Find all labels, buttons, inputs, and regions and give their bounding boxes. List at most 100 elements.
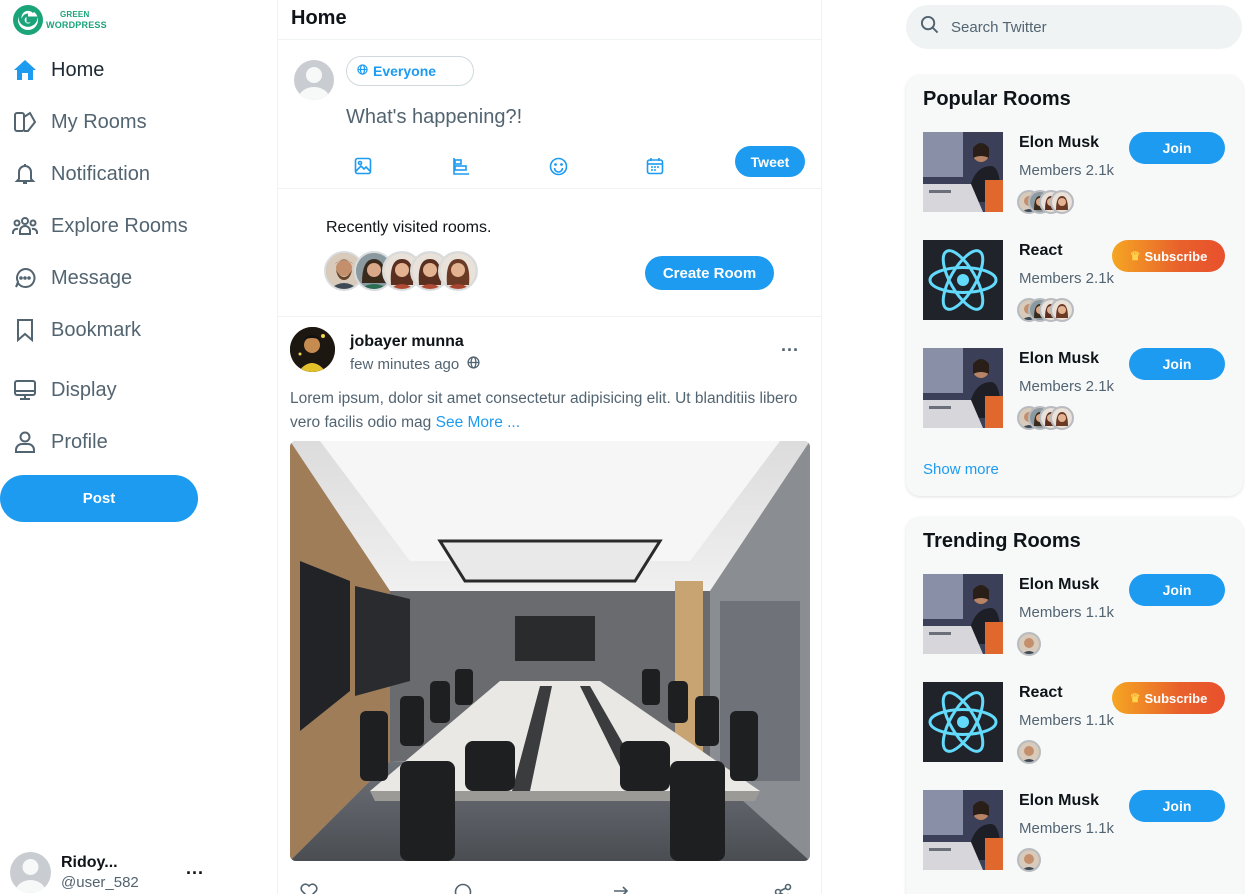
subscribe-button[interactable]: ♛ Subscribe: [1112, 240, 1225, 272]
comment-icon[interactable]: [454, 883, 472, 894]
avatar: [1017, 848, 1041, 872]
room-avatar[interactable]: [438, 251, 478, 291]
message-icon: [12, 265, 38, 291]
nav-item-message[interactable]: Message: [12, 252, 188, 304]
nav-item-notification[interactable]: Notification: [12, 148, 188, 200]
subscribe-label: Subscribe: [1144, 690, 1208, 706]
nav-label: Display: [51, 378, 117, 401]
search-icon: [920, 15, 939, 39]
post-body: Lorem ipsum, dolor sit amet consectetur …: [290, 390, 798, 431]
nav-label: My Rooms: [51, 110, 147, 133]
monitor-icon: [12, 377, 38, 403]
image-icon[interactable]: [346, 150, 380, 182]
recent-rooms: Recently visited rooms. Create Room: [278, 189, 821, 317]
audience-selector[interactable]: Everyone: [346, 56, 474, 86]
room-thumbnail: [923, 790, 1003, 870]
people-icon: [12, 213, 38, 239]
nav-item-explore-rooms[interactable]: Explore Rooms: [12, 200, 188, 252]
show-more-link[interactable]: Show more: [923, 461, 999, 478]
crown-icon: ♛: [1129, 691, 1141, 705]
join-button[interactable]: Join: [1129, 574, 1225, 606]
room-thumbnail: [923, 574, 1003, 654]
retweet-icon[interactable]: [612, 883, 630, 894]
avatar: [1017, 632, 1041, 656]
post-button[interactable]: Post: [0, 475, 198, 522]
logo-line-1: GREEN: [60, 10, 90, 19]
schedule-icon[interactable]: [638, 150, 672, 182]
room-name: Elon Musk: [1019, 350, 1100, 367]
nav-label: Home: [51, 58, 105, 81]
bookmark-icon: [12, 317, 38, 343]
account-names: Ridoy... @user_582: [61, 854, 139, 891]
room-item[interactable]: Elon Musk Members 2.1k Join: [923, 132, 1228, 214]
more-icon[interactable]: ...: [186, 858, 204, 879]
room-thumbnail: [923, 348, 1003, 428]
avatar: [1050, 298, 1074, 322]
app-root: GREEN WORDPRESS Home My Rooms Notificati…: [0, 0, 1258, 894]
join-button[interactable]: Join: [1129, 790, 1225, 822]
subscribe-button[interactable]: ♛ Subscribe: [1112, 682, 1225, 714]
post-text: Lorem ipsum, dolor sit amet consectetur …: [290, 387, 800, 435]
room-name: Elon Musk: [1019, 792, 1100, 809]
post-actions: [290, 883, 810, 894]
room-members: Members 2.1k: [1019, 162, 1115, 179]
post-timestamp: few minutes ago: [350, 356, 460, 373]
rooms-icon: [12, 109, 38, 135]
tweet-button[interactable]: Tweet: [735, 146, 805, 177]
room-item[interactable]: React Members 2.1k ♛ Subscribe: [923, 240, 1228, 322]
join-button[interactable]: Join: [1129, 132, 1225, 164]
nav-item-home[interactable]: Home: [12, 44, 188, 96]
logo-line-2: WORDPRESS: [46, 20, 107, 30]
like-icon[interactable]: [300, 883, 318, 894]
poll-icon[interactable]: [444, 150, 478, 182]
share-icon[interactable]: [774, 883, 792, 894]
nav-label: Explore Rooms: [51, 214, 188, 237]
room-item[interactable]: Elon Musk Members 2.1k Join: [923, 348, 1228, 430]
room-item[interactable]: React Members 1.1k ♛ Subscribe: [923, 682, 1228, 764]
room-name: React: [1019, 242, 1063, 259]
room-thumbnail: [923, 132, 1003, 212]
nav-item-profile[interactable]: Profile: [12, 416, 188, 468]
nav-label: Message: [51, 266, 133, 289]
nav-item-my-rooms[interactable]: My Rooms: [12, 96, 188, 148]
logo[interactable]: GREEN WORDPRESS: [12, 4, 107, 36]
search-bar[interactable]: [906, 5, 1242, 49]
avatar: [1050, 190, 1074, 214]
room-name: Elon Musk: [1019, 134, 1100, 151]
left-sidebar: GREEN WORDPRESS Home My Rooms Notificati…: [0, 0, 277, 894]
emoji-icon[interactable]: [541, 150, 575, 182]
avatar: [294, 60, 334, 100]
account-switcher[interactable]: Ridoy... @user_582 ...: [10, 852, 210, 893]
audience-label: Everyone: [373, 63, 437, 79]
join-button[interactable]: Join: [1129, 348, 1225, 380]
room-name: React: [1019, 684, 1063, 701]
room-members: Members 2.1k: [1019, 270, 1115, 287]
crown-icon: ♛: [1129, 249, 1141, 263]
see-more-link[interactable]: See More ...: [436, 414, 520, 431]
avatar: [10, 852, 51, 893]
nav-label: Bookmark: [51, 318, 142, 341]
nav-label: Profile: [51, 430, 108, 453]
user-icon: [12, 429, 38, 455]
globe-icon: [467, 356, 480, 373]
search-input[interactable]: [951, 18, 1211, 36]
post-author[interactable]: jobayer munna: [350, 333, 464, 351]
room-item[interactable]: Elon Musk Members 1.1k Join: [923, 790, 1228, 872]
create-room-button[interactable]: Create Room: [645, 256, 774, 290]
avatar[interactable]: [290, 327, 335, 372]
post-image[interactable]: [290, 441, 810, 861]
home-icon: [12, 57, 38, 83]
nav-item-bookmark[interactable]: Bookmark: [12, 304, 188, 356]
nav-item-display[interactable]: Display: [12, 364, 188, 416]
logo-wordmark: GREEN WORDPRESS: [46, 10, 107, 30]
tweet-composer: Everyone What's happening?! Tweet: [278, 40, 821, 189]
room-item[interactable]: Elon Musk Members 1.1k Join: [923, 574, 1228, 656]
room-members: Members 1.1k: [1019, 604, 1115, 621]
page-title: Home: [278, 0, 821, 40]
trending-rooms-card: Trending Rooms Elon Musk Members 1.1k Jo…: [906, 517, 1243, 894]
more-icon[interactable]: ...: [781, 335, 799, 356]
compose-input[interactable]: What's happening?!: [346, 106, 522, 129]
main-nav: Home My Rooms Notification Explore Rooms: [12, 44, 188, 468]
react-icon: [923, 240, 1003, 320]
